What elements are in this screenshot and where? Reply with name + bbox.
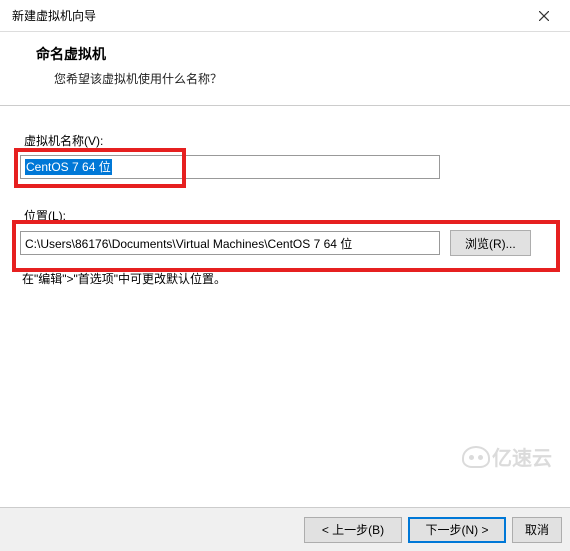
wizard-content: 虚拟机名称(V): CentOS 7 64 位 位置(L): 浏览(R)... … [0,106,570,297]
cancel-button[interactable]: 取消 [512,517,562,543]
titlebar: 新建虚拟机向导 [0,0,570,32]
window-title: 新建虚拟机向导 [12,7,96,24]
watermark: 亿速云 [462,442,552,471]
page-title: 命名虚拟机 [36,44,550,64]
vm-name-label: 虚拟机名称(V): [24,132,550,149]
vm-name-input[interactable] [20,155,440,179]
close-button[interactable] [524,2,564,30]
location-input[interactable] [20,231,440,255]
hint-text: 在"编辑">"首选项"中可更改默认位置。 [22,270,550,287]
page-subtitle: 您希望该虚拟机使用什么名称？ [36,70,550,87]
location-label: 位置(L): [24,207,550,224]
next-button[interactable]: 下一步(N) > [408,517,506,543]
back-button[interactable]: < 上一步(B) [304,517,402,543]
wizard-footer: < 上一步(B) 下一步(N) > 取消 [0,507,570,551]
watermark-icon [462,446,490,468]
browse-button[interactable]: 浏览(R)... [450,230,531,256]
watermark-text: 亿速云 [492,442,552,471]
wizard-header: 命名虚拟机 您希望该虚拟机使用什么名称？ [0,32,570,106]
close-icon [539,11,549,21]
